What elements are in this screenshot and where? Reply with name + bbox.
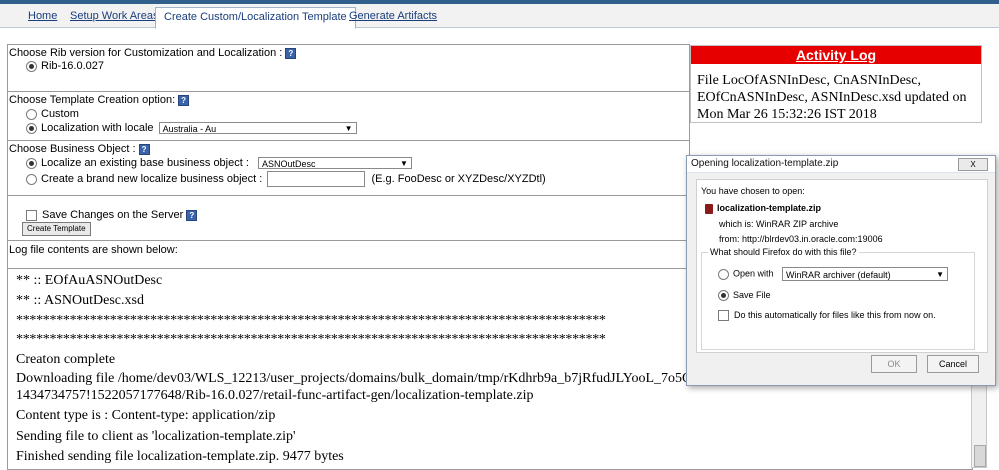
custom-label: Custom bbox=[41, 108, 79, 120]
log-line: ****************************************… bbox=[16, 313, 606, 328]
existing-object-select[interactable]: ASNOutDesc ▼ bbox=[257, 157, 412, 170]
new-object-radio[interactable] bbox=[26, 173, 37, 185]
download-dialog: Opening localization-template.zip X You … bbox=[686, 155, 996, 386]
log-line: Finished sending file localization-templ… bbox=[16, 449, 344, 464]
help-icon[interactable]: ? bbox=[178, 94, 190, 106]
chosen-text: You have chosen to open: bbox=[701, 186, 805, 196]
close-button[interactable]: X bbox=[958, 158, 988, 171]
chevron-down-icon: ▼ bbox=[344, 124, 353, 134]
business-object-heading: Choose Business Object : bbox=[9, 143, 136, 155]
rib-version-section: Choose Rib version for Customization and… bbox=[7, 44, 690, 91]
log-line: Sending file to client as 'localization-… bbox=[16, 429, 296, 444]
log-line: ****************************************… bbox=[16, 332, 606, 347]
existing-object-label: Localize an existing base business objec… bbox=[41, 157, 249, 169]
custom-radio[interactable] bbox=[26, 108, 37, 120]
template-option-heading: Choose Template Creation option: bbox=[9, 94, 176, 106]
ok-button[interactable]: OK bbox=[871, 355, 917, 373]
file-type-text: which is: WinRAR ZIP archive bbox=[719, 219, 839, 229]
action-group: What should Firefox do with this file? O… bbox=[701, 247, 975, 350]
archive-file-icon bbox=[705, 203, 713, 214]
chevron-down-icon: ▼ bbox=[936, 270, 945, 279]
business-object-section: Choose Business Object :? Localize an ex… bbox=[7, 140, 690, 195]
locale-select-value: Australia - Au bbox=[162, 124, 217, 135]
log-line: Downloading file /home/dev03/WLS_12213/u… bbox=[16, 371, 693, 386]
dialog-title: Opening localization-template.zip bbox=[687, 156, 995, 173]
create-template-button[interactable]: Create Template bbox=[22, 222, 91, 236]
cancel-button[interactable]: Cancel bbox=[927, 355, 979, 373]
auto-action-checkbox[interactable] bbox=[718, 310, 729, 322]
activity-log-title[interactable]: Activity Log bbox=[691, 46, 981, 64]
log-line: ** :: ASNOutDesc.xsd bbox=[16, 293, 144, 308]
log-line: Creaton complete bbox=[16, 352, 116, 367]
log-line: Content type is : Content-type: applicat… bbox=[16, 408, 276, 423]
activity-log-message: File LocOfASNInDesc, CnASNInDesc, EOfCnA… bbox=[697, 73, 967, 122]
localization-radio[interactable] bbox=[26, 122, 37, 134]
log-line: 1434734757!1522057177648/Rib-16.0.027/re… bbox=[16, 388, 534, 403]
tab-setup-work-areas[interactable]: Setup Work Areas bbox=[62, 7, 166, 26]
rib-version-heading: Choose Rib version for Customization and… bbox=[9, 47, 283, 59]
dialog-filename: localization-template.zip bbox=[717, 203, 822, 213]
save-changes-checkbox[interactable] bbox=[26, 209, 37, 221]
save-changes-label: Save Changes on the Server bbox=[42, 209, 184, 221]
locale-select[interactable]: Australia - Au ▼ bbox=[158, 122, 357, 135]
open-with-label: Open with bbox=[733, 268, 774, 279]
dialog-body: You have chosen to open: localization-te… bbox=[696, 179, 988, 353]
existing-object-radio[interactable] bbox=[26, 157, 37, 169]
chevron-down-icon: ▼ bbox=[400, 159, 408, 169]
log-heading-section: Log file contents are shown below: bbox=[7, 240, 690, 268]
scrollbar-thumb[interactable] bbox=[974, 445, 986, 467]
help-icon[interactable]: ? bbox=[285, 47, 297, 59]
tab-bar: Home Setup Work Areas Create Custom/Loca… bbox=[0, 4, 999, 29]
log-heading: Log file contents are shown below: bbox=[9, 244, 178, 256]
file-source-text: from: http://blrdev03.in.oracle.com:1900… bbox=[719, 234, 883, 244]
tab-home[interactable]: Home bbox=[20, 7, 65, 26]
save-section: Save Changes on the Server? Create Templ… bbox=[7, 195, 690, 240]
open-with-radio[interactable] bbox=[718, 268, 729, 280]
tab-create-template[interactable]: Create Custom/Localization Template bbox=[155, 7, 356, 29]
save-file-label: Save File bbox=[733, 290, 771, 300]
localization-label: Localization with locale bbox=[41, 122, 154, 134]
tab-generate-artifacts[interactable]: Generate Artifacts bbox=[341, 7, 445, 26]
rib-version-label: Rib-16.0.027 bbox=[41, 60, 104, 72]
save-file-radio[interactable] bbox=[718, 290, 729, 302]
template-option-section: Choose Template Creation option:? Custom… bbox=[7, 91, 690, 140]
help-icon[interactable]: ? bbox=[186, 209, 198, 221]
activity-log-panel: Activity Log File LocOfASNInDesc, CnASNI… bbox=[690, 45, 982, 123]
existing-object-value: ASNOutDesc bbox=[261, 159, 316, 170]
log-line: ** :: EOfAuASNOutDesc bbox=[16, 273, 163, 288]
new-object-input[interactable] bbox=[267, 171, 366, 187]
auto-action-label: Do this automatically for files like thi… bbox=[734, 310, 936, 320]
action-question: What should Firefox do with this file? bbox=[708, 247, 859, 257]
rib-version-radio[interactable] bbox=[26, 60, 37, 72]
new-object-label: Create a brand new localize business obj… bbox=[41, 172, 263, 185]
help-icon[interactable]: ? bbox=[138, 143, 150, 155]
open-with-select[interactable]: WinRAR archiver (default) ▼ bbox=[782, 267, 949, 281]
new-object-hint: (E.g. FooDesc or XYZDesc/XYZDtl) bbox=[371, 172, 546, 185]
open-with-value: WinRAR archiver (default) bbox=[786, 270, 891, 280]
